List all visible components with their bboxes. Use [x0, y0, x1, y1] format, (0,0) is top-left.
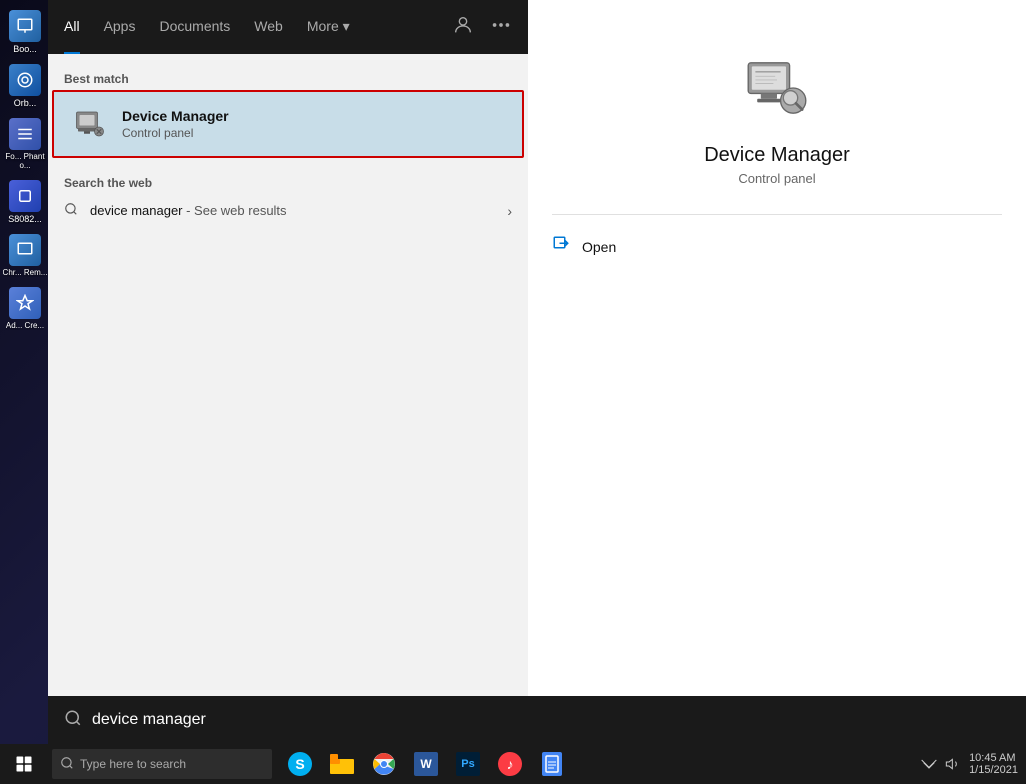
tab-documents[interactable]: Documents	[159, 0, 230, 54]
taskbar-chrome[interactable]	[364, 744, 404, 784]
taskbar-skype[interactable]: S	[280, 744, 320, 784]
action-open[interactable]: Open	[552, 223, 1002, 270]
tab-apps[interactable]: Apps	[104, 0, 136, 54]
clock: 10:45 AM1/15/2021	[969, 752, 1018, 776]
desktop-icon-1-label: Boo...	[13, 44, 37, 54]
taskbar: Type here to search S	[0, 744, 1026, 784]
more-options-icon[interactable]	[490, 14, 512, 41]
desktop-icon-5-label: Chr... Rem...	[3, 268, 48, 277]
desktop-icon-3[interactable]: Fo... Phanto...	[1, 118, 49, 170]
desktop-icon-2-label: Orb...	[14, 98, 37, 108]
search-nav: All Apps Documents Web More ▾	[48, 0, 528, 54]
open-external-icon	[552, 235, 570, 258]
taskbar-search-icon	[60, 756, 74, 773]
web-search-arrow-icon: ›	[507, 203, 512, 219]
desktop-icon-4[interactable]: S8082...	[1, 180, 49, 224]
search-bar	[48, 696, 1026, 744]
taskbar-docs[interactable]	[532, 744, 572, 784]
user-icon[interactable]	[452, 14, 474, 41]
device-manager-icon-small	[70, 104, 110, 144]
web-search-text: device manager - See web results	[90, 203, 287, 218]
search-left-panel: All Apps Documents Web More ▾	[48, 0, 528, 744]
search-right-panel: Device Manager Control panel Open	[528, 0, 1026, 744]
taskbar-search-text: Type here to search	[80, 757, 186, 771]
web-search-label: Search the web	[48, 170, 528, 194]
search-empty-space	[48, 411, 528, 744]
desktop-icons-container: Boo... Orb... Fo... Phanto... S8082... C…	[0, 0, 50, 744]
tab-all[interactable]: All	[64, 0, 80, 54]
taskbar-explorer[interactable]	[322, 744, 362, 784]
result-detail: Device Manager Control panel	[552, 24, 1002, 206]
search-icon	[64, 202, 80, 219]
taskbar-itunes[interactable]: ♪	[490, 744, 530, 784]
action-open-label: Open	[582, 239, 616, 255]
taskbar-right: 10:45 AM1/15/2021	[921, 752, 1026, 776]
tab-web[interactable]: Web	[254, 0, 283, 54]
actions-divider	[552, 214, 1002, 215]
web-search-result[interactable]: device manager - See web results ›	[48, 194, 528, 227]
search-results: Best match	[48, 54, 528, 411]
search-input[interactable]	[92, 711, 1010, 729]
taskbar-apps: S	[280, 744, 572, 784]
taskbar-word[interactable]: W	[406, 744, 446, 784]
desktop-icon-1[interactable]: Boo...	[1, 10, 49, 54]
best-match-item[interactable]: Device Manager Control panel	[52, 90, 524, 158]
search-overlay: All Apps Documents Web More ▾	[48, 0, 1026, 744]
result-detail-title: Device Manager	[704, 144, 850, 167]
desktop-icon-5[interactable]: Chr... Rem...	[1, 234, 49, 277]
desktop-icon-4-label: S8082...	[8, 214, 42, 224]
result-detail-subtitle: Control panel	[738, 171, 815, 186]
tab-more[interactable]: More ▾	[307, 0, 350, 54]
desktop: Boo... Orb... Fo... Phanto... S8082... C…	[0, 0, 1026, 784]
best-match-text: Device Manager Control panel	[122, 108, 506, 140]
desktop-icon-3-label: Fo... Phanto...	[1, 152, 49, 170]
desktop-icon-6-label: Ad... Cre...	[6, 321, 44, 330]
desktop-icon-2[interactable]: Orb...	[1, 64, 49, 108]
best-match-subtitle: Control panel	[122, 126, 506, 140]
device-manager-icon-large	[737, 48, 817, 128]
best-match-label: Best match	[48, 66, 528, 90]
network-icon	[921, 756, 937, 772]
best-match-title: Device Manager	[122, 108, 506, 124]
start-button[interactable]	[0, 744, 48, 784]
taskbar-photoshop[interactable]: Ps	[448, 744, 488, 784]
taskbar-search[interactable]: Type here to search	[52, 749, 272, 779]
search-nav-right	[452, 14, 512, 41]
volume-icon	[945, 756, 961, 772]
desktop-icon-6[interactable]: Ad... Cre...	[1, 287, 49, 330]
searchbar-search-icon	[64, 709, 82, 732]
